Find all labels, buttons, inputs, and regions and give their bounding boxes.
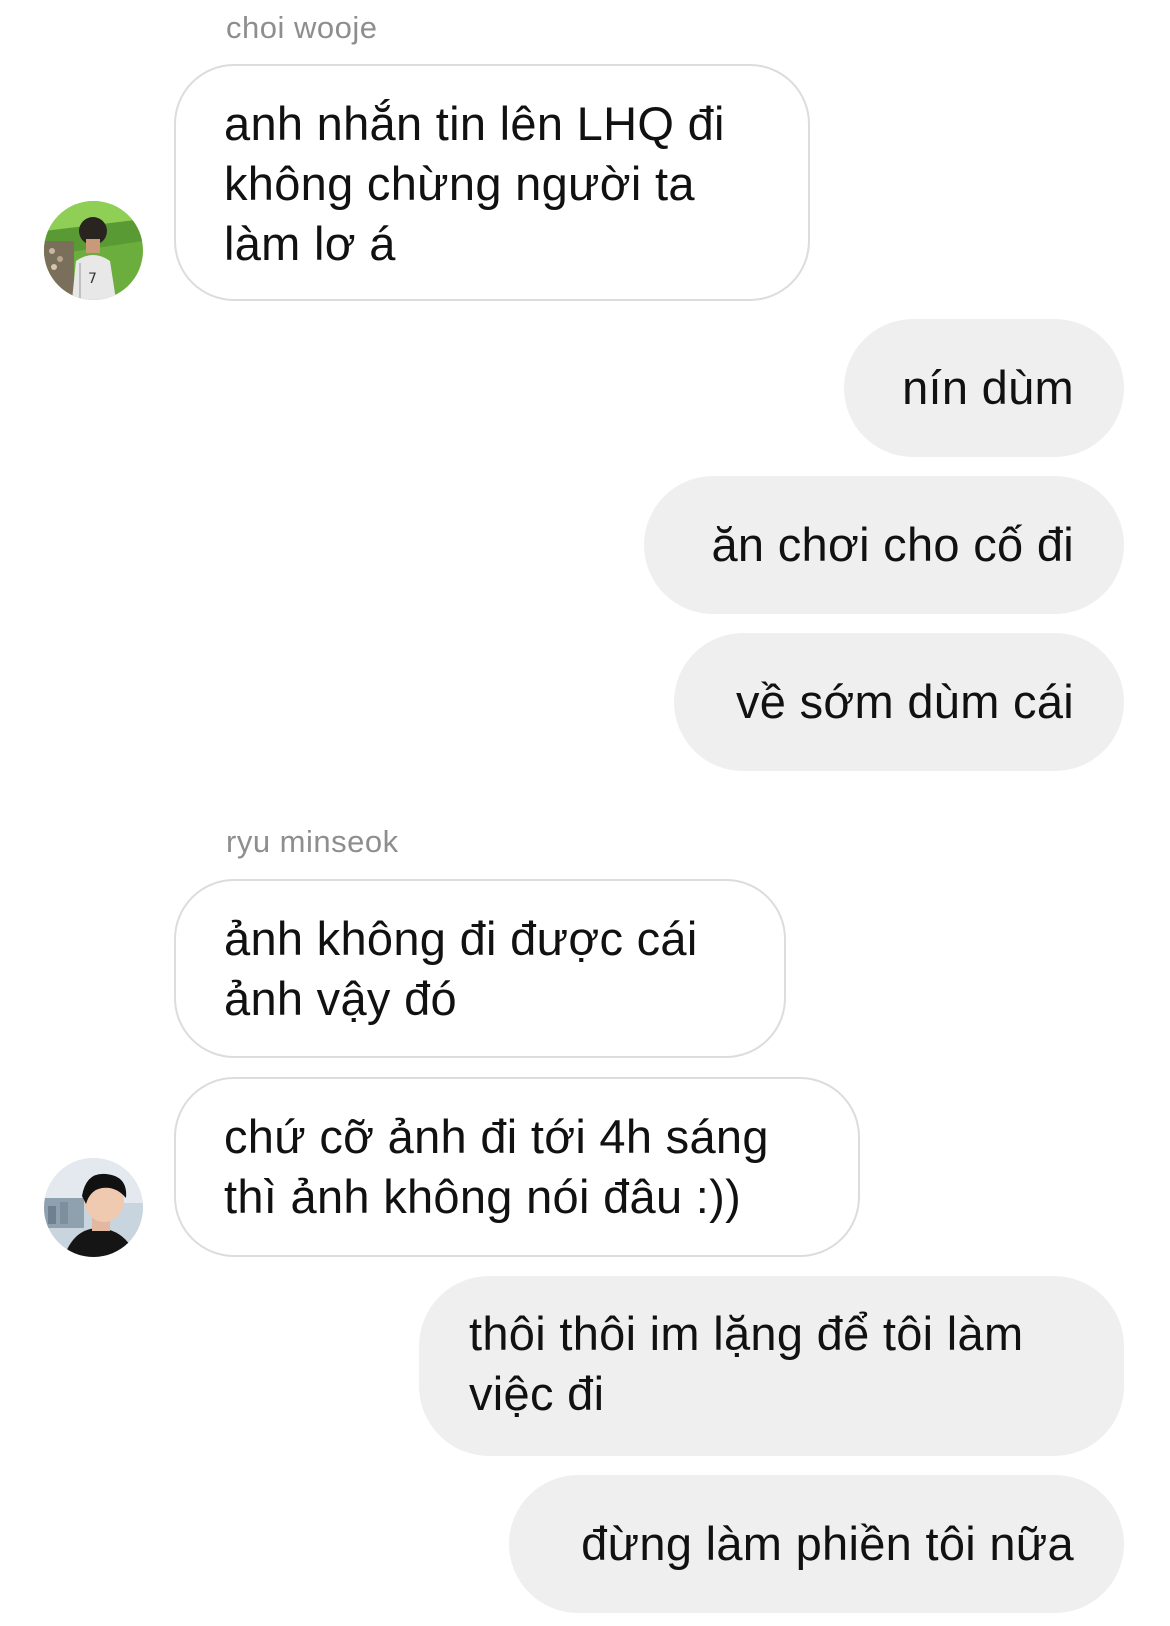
message-line: đừng làm phiền tôi nữa (581, 1517, 1074, 1570)
outgoing-message-bubble[interactable]: thôi thôi im lặng để tôi làm việc đi (419, 1276, 1124, 1456)
avatar-choi-wooje-icon[interactable]: 7 (44, 201, 143, 300)
outgoing-message-bubble[interactable]: nín dùm (844, 319, 1124, 457)
message-line: thì ảnh không nói đâu :)) (224, 1170, 742, 1223)
svg-text:7: 7 (88, 271, 97, 287)
message-line: làm lơ á (224, 217, 396, 270)
message-line: ảnh vậy đó (224, 972, 457, 1025)
message-line: việc đi (469, 1367, 605, 1420)
incoming-message-bubble[interactable]: ảnh không đi được cái ảnh vậy đó (174, 879, 786, 1058)
message-line: anh nhắn tin lên LHQ đi (224, 97, 725, 150)
message-line: về sớm dùm cái (736, 675, 1074, 728)
message-line: không chừng người ta (224, 157, 695, 210)
message-line: ảnh không đi được cái (224, 912, 698, 965)
outgoing-message-bubble[interactable]: về sớm dùm cái (674, 633, 1124, 771)
incoming-message-bubble[interactable]: anh nhắn tin lên LHQ đi không chừng ngườ… (174, 64, 810, 301)
message-line: chứ cỡ ảnh đi tới 4h sáng (224, 1110, 769, 1163)
message-line: nín dùm (902, 361, 1074, 414)
outgoing-message-bubble[interactable]: đừng làm phiền tôi nữa (509, 1475, 1124, 1613)
sender-name-ryu-minseok: ryu minseok (226, 824, 399, 859)
message-line: ăn chơi cho cố đi (711, 518, 1074, 571)
avatar-ryu-minseok-icon[interactable] (44, 1158, 143, 1257)
message-line: thôi thôi im lặng để tôi làm (469, 1307, 1024, 1360)
sender-name-choi-wooje: choi wooje (226, 10, 378, 45)
outgoing-message-bubble[interactable]: ăn chơi cho cố đi (644, 476, 1124, 614)
incoming-message-bubble[interactable]: chứ cỡ ảnh đi tới 4h sáng thì ảnh không … (174, 1077, 860, 1257)
